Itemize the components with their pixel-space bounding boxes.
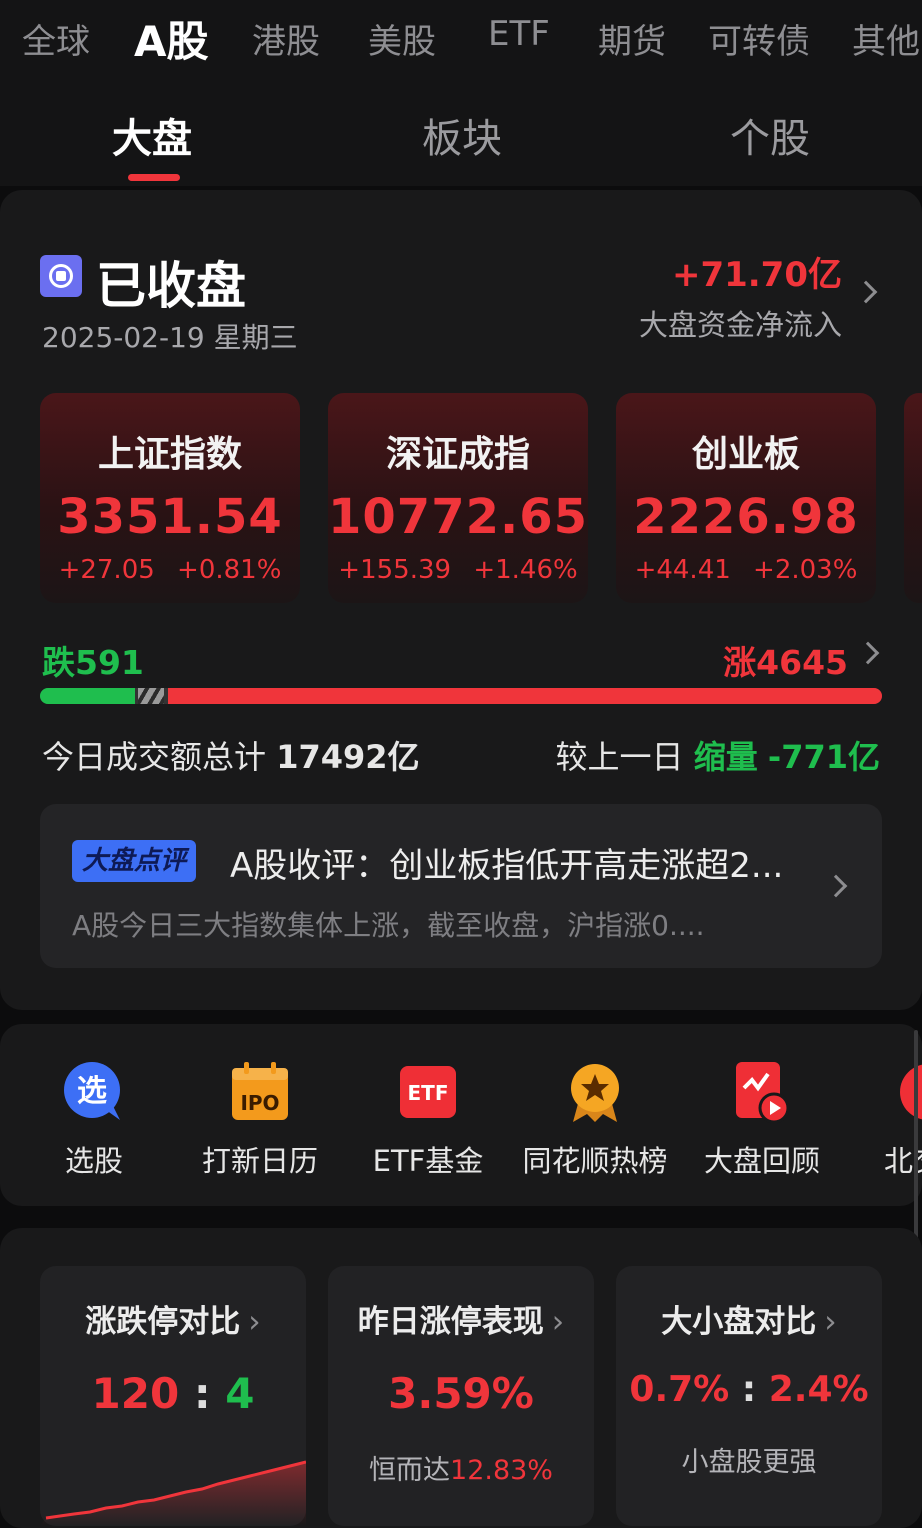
quick-label: 打新日历 bbox=[201, 1144, 318, 1178]
market-review-icon bbox=[730, 1060, 794, 1124]
stat-value: 3.59% bbox=[388, 1369, 534, 1418]
commentary-badge: 大盘点评 bbox=[72, 840, 197, 882]
index-change: +44.41 +2.03% bbox=[634, 555, 858, 585]
tab-convertible[interactable]: 可转债 bbox=[708, 14, 810, 63]
turnover-compare: 较上一日 缩量 -771亿 bbox=[555, 738, 880, 776]
fall-count[interactable]: 跌591 bbox=[42, 636, 144, 684]
hot-list-icon bbox=[563, 1060, 627, 1124]
market-status: 已收盘 bbox=[96, 257, 246, 315]
stat-title: 昨日涨停表现 › bbox=[357, 1304, 565, 1340]
quick-hot-list[interactable]: 同花顺热榜 bbox=[515, 1060, 675, 1180]
tab-a-share[interactable]: A股 bbox=[134, 8, 209, 69]
stat-title: 大小盘对比 › bbox=[661, 1304, 837, 1340]
quick-label: 选股 bbox=[64, 1144, 123, 1178]
flat-bar bbox=[138, 688, 164, 704]
quick-market-review[interactable]: 大盘回顾 bbox=[682, 1060, 842, 1180]
trend-sparkline bbox=[40, 1460, 306, 1526]
index-name: 深证成指 bbox=[385, 434, 530, 475]
ipo-calendar-icon: IPO bbox=[228, 1060, 292, 1124]
index-value: 3351.54 bbox=[57, 489, 283, 545]
tab-market[interactable]: 大盘 bbox=[112, 106, 192, 164]
sub-tabs: 大盘 板块 个股 bbox=[0, 78, 922, 186]
turnover-total: 今日成交额总计 17492亿 bbox=[42, 738, 420, 776]
tab-stocks[interactable]: 个股 bbox=[730, 106, 810, 164]
stat-value: 0.7% : 2.4% bbox=[629, 1369, 869, 1410]
svg-text:ETF: ETF bbox=[408, 1081, 449, 1105]
large-small-cap-compare[interactable]: 大小盘对比 › 0.7% : 2.4% 小盘股更强 bbox=[616, 1266, 882, 1526]
index-change: +27.05 +0.81% bbox=[58, 555, 282, 585]
quick-stock-picker[interactable]: 选 选股 bbox=[14, 1060, 174, 1180]
quick-label: 同花顺热榜 bbox=[522, 1144, 668, 1178]
index-card-cyb[interactable]: 创业板 2226.98 +44.41 +2.03% bbox=[616, 393, 876, 603]
quick-etf[interactable]: ETF ETF基金 bbox=[348, 1060, 508, 1180]
stat-note: 恒而达12.83% bbox=[369, 1455, 553, 1486]
tab-etf[interactable]: ETF bbox=[488, 14, 550, 54]
index-name: 上证指数 bbox=[97, 434, 242, 475]
index-value: 10772.65 bbox=[328, 489, 589, 545]
net-inflow-label[interactable]: 大盘资金净流入 bbox=[639, 302, 842, 344]
stat-value: 120 : 4 bbox=[91, 1369, 255, 1418]
index-change: +155.39 +1.46% bbox=[338, 555, 578, 585]
etf-icon: ETF bbox=[396, 1060, 460, 1124]
active-tab-indicator bbox=[128, 174, 180, 181]
market-closed-icon bbox=[40, 255, 82, 297]
trade-date: 2025-02-19 星期三 bbox=[42, 321, 298, 354]
stat-title: 涨跌停对比 › bbox=[85, 1304, 261, 1340]
tab-us[interactable]: 美股 bbox=[368, 14, 436, 63]
svg-text:选: 选 bbox=[77, 1074, 107, 1109]
tab-other[interactable]: 其他 bbox=[852, 14, 920, 63]
tab-hk[interactable]: 港股 bbox=[252, 14, 320, 63]
tab-global[interactable]: 全球 bbox=[22, 14, 90, 63]
rise-count[interactable]: 涨4645 bbox=[723, 636, 848, 684]
quick-label: ETF基金 bbox=[372, 1144, 484, 1178]
index-name: 创业板 bbox=[691, 434, 800, 475]
market-commentary[interactable]: 大盘点评 A股收评：创业板指低开高走涨超2... A股今日三大指数集体上涨，截至… bbox=[40, 804, 882, 968]
index-card-partial[interactable] bbox=[904, 393, 922, 603]
tab-sectors[interactable]: 板块 bbox=[422, 106, 502, 164]
index-card-sz[interactable]: 深证成指 10772.65 +155.39 +1.46% bbox=[328, 393, 588, 603]
market-tabs: 全球 A股 港股 美股 ETF 期货 可转债 其他 bbox=[0, 0, 922, 78]
chevron-right-icon bbox=[824, 874, 848, 898]
commentary-summary: A股今日三大指数集体上涨，截至收盘，沪指涨0.... bbox=[72, 909, 705, 942]
commentary-title: A股收评：创业板指低开高走涨超2... bbox=[230, 846, 784, 886]
rise-fall-ratio-bar bbox=[40, 688, 882, 704]
net-inflow-value[interactable]: +71.70亿 bbox=[672, 247, 842, 296]
index-card-sh[interactable]: 上证指数 3351.54 +27.05 +0.81% bbox=[40, 393, 300, 603]
yesterday-limit-up-performance[interactable]: 昨日涨停表现 › 3.59% 恒而达12.83% bbox=[328, 1266, 594, 1526]
tab-futures[interactable]: 期货 bbox=[598, 14, 666, 63]
quick-label: 大盘回顾 bbox=[703, 1144, 820, 1178]
stock-picker-icon: 选 bbox=[62, 1060, 126, 1124]
svg-text:IPO: IPO bbox=[240, 1091, 279, 1115]
rise-bar bbox=[168, 688, 882, 704]
beijiao-icon bbox=[896, 1060, 922, 1124]
fall-bar bbox=[40, 688, 135, 704]
stat-note: 小盘股更强 bbox=[681, 1447, 817, 1478]
limit-up-down-compare[interactable]: 涨跌停对比 › 120 : 4 bbox=[40, 1266, 306, 1526]
quick-ipo-calendar[interactable]: IPO 打新日历 bbox=[180, 1060, 340, 1180]
index-value: 2226.98 bbox=[633, 489, 859, 545]
